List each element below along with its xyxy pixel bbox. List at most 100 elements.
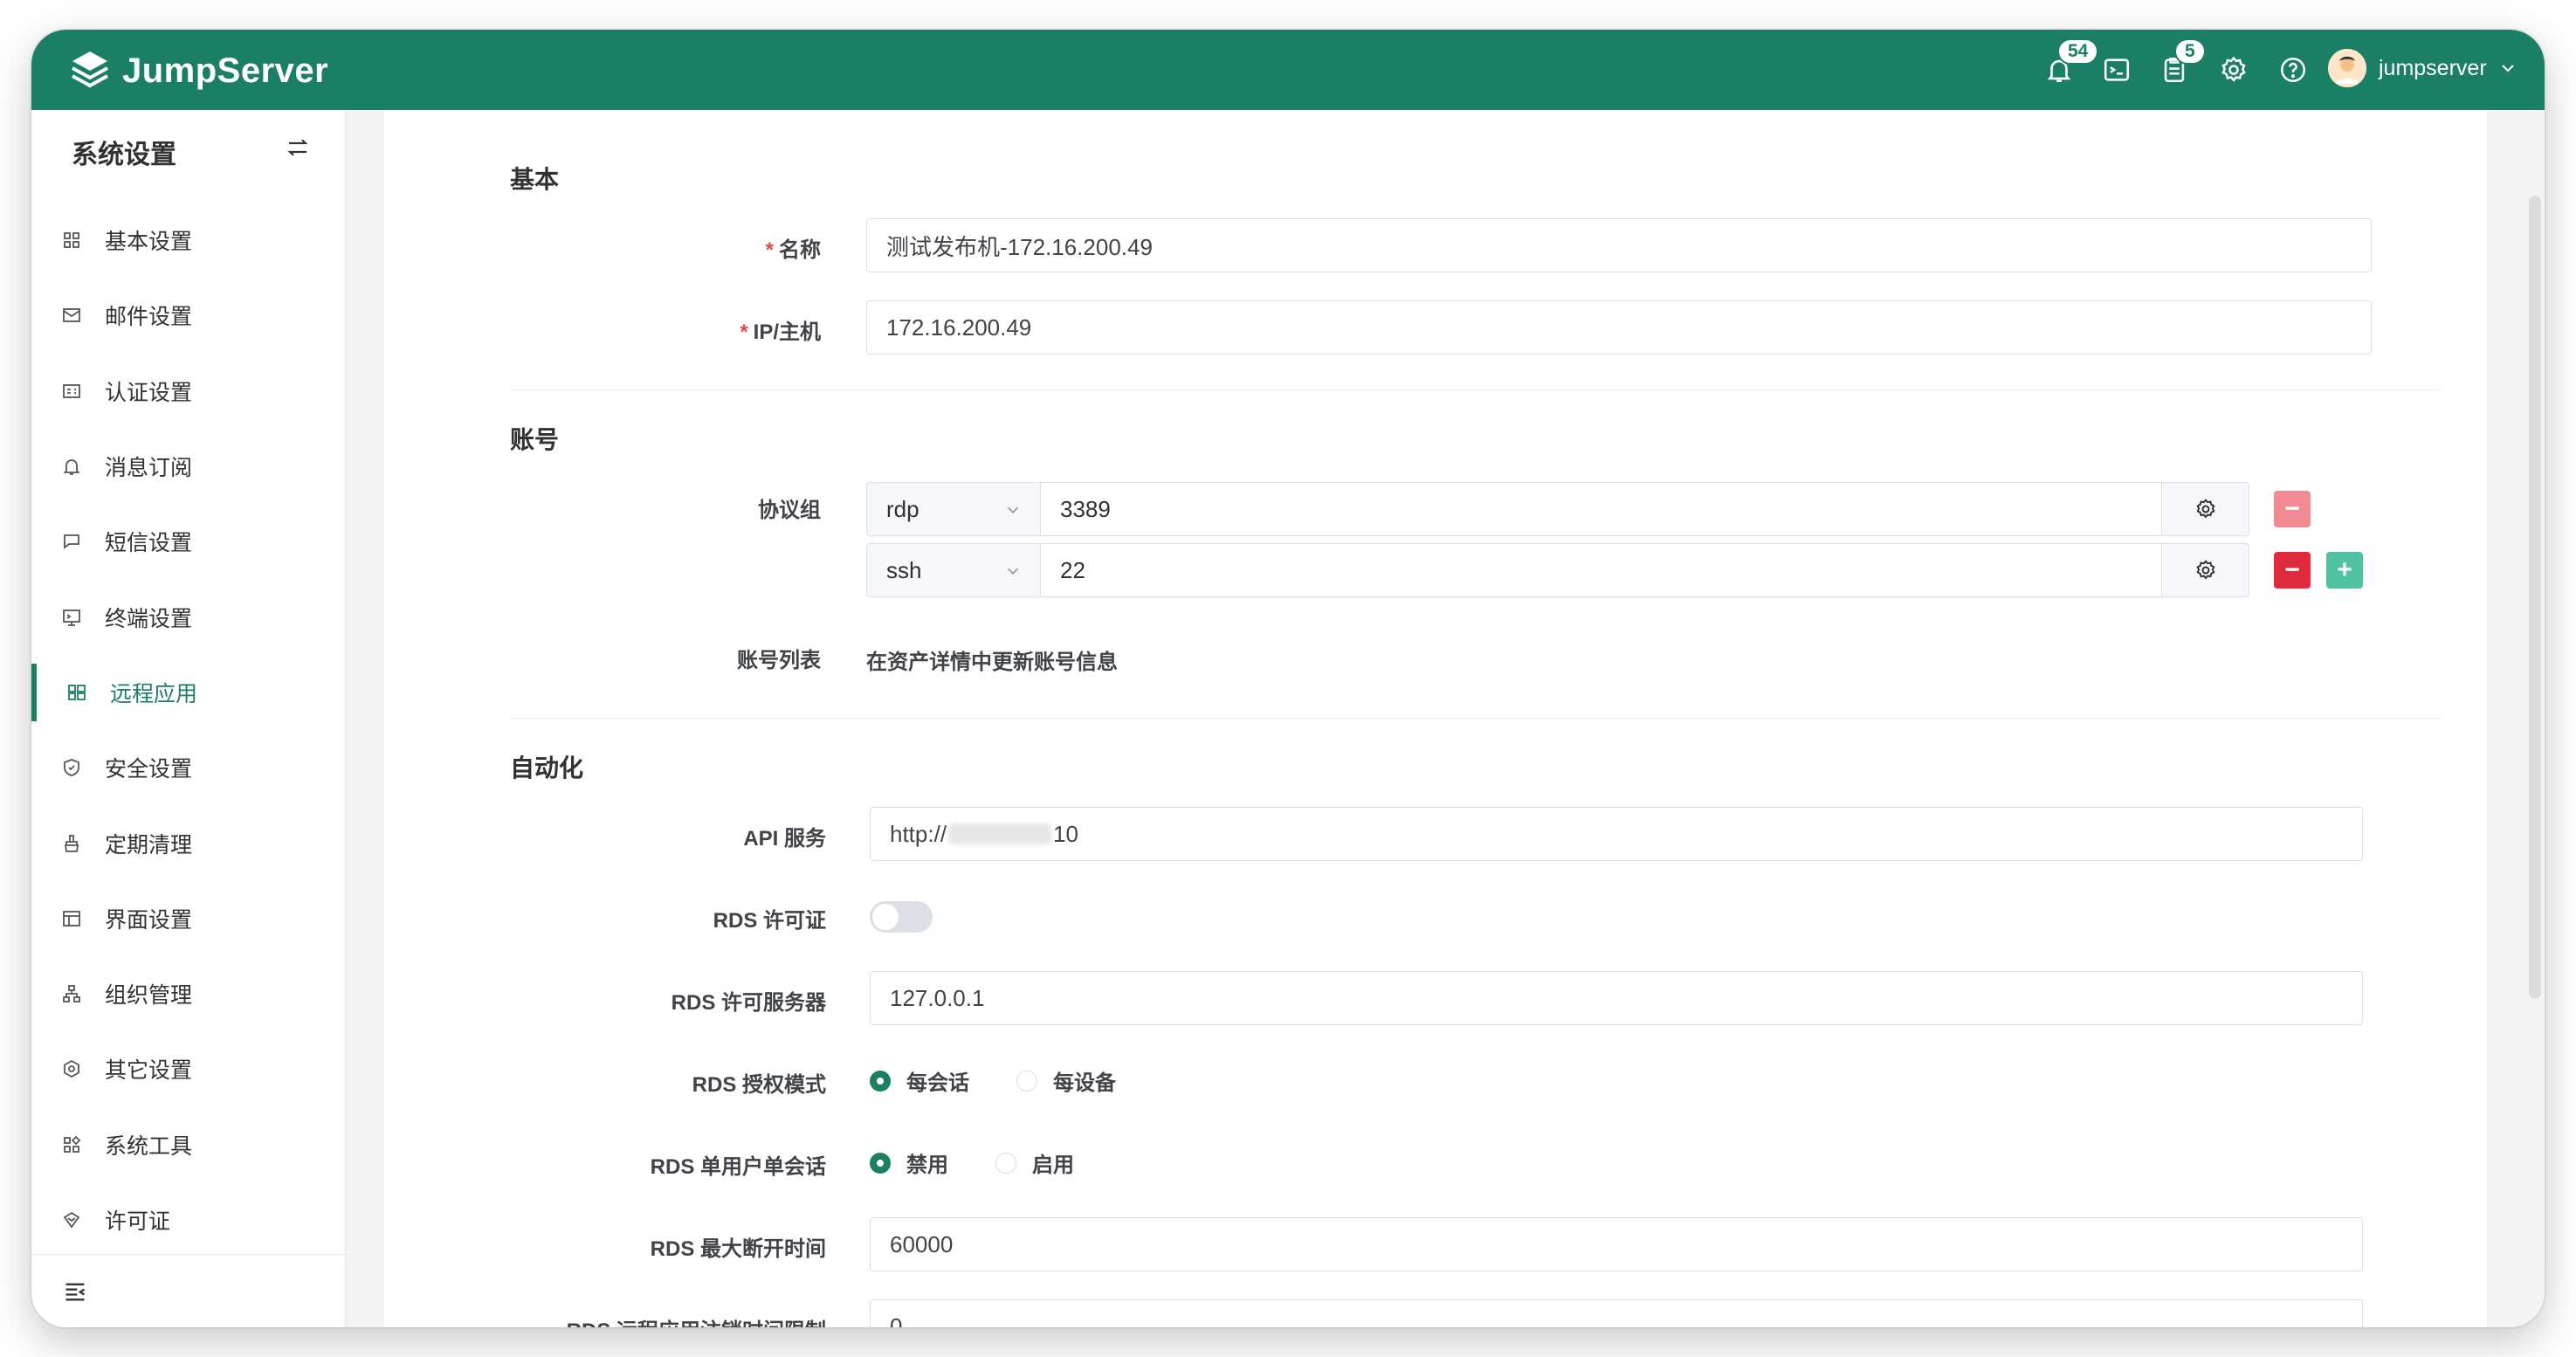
minus-icon: − [2284,494,2300,523]
sidebar-item-label: 系统工具 [105,1133,193,1159]
chat-icon [64,534,79,550]
protocol-name: ssh [886,556,922,583]
app-name: JumpServer [122,51,329,90]
remove-protocol-button-rdp[interactable]: − [2274,491,2311,527]
rds-max-disconnect-label: RDS 最大断开时间 [650,1237,826,1261]
sidebar-item-remote-app[interactable]: 远程应用 [31,655,346,730]
rds-logoff-limit-input[interactable]: 0 [870,1299,2363,1327]
sidebar-item-label: 界面设置 [105,907,193,933]
sidebar-item-security[interactable]: 安全设置 [31,730,346,805]
sidebar-item-message[interactable]: 消息订阅 [31,429,346,504]
sidebar-item-basic[interactable]: 基本设置 [31,203,346,278]
user-menu[interactable]: jumpserver [2328,49,2517,87]
protocols-label: 协议组 [758,499,821,522]
add-protocol-button[interactable]: + [2326,552,2363,589]
sidebar-item-terminal[interactable]: 终端设置 [31,579,346,654]
monitor-icon [63,609,80,626]
rds-mode-option-per-device[interactable]: 每设备 [1016,1065,1116,1096]
apps-icon [68,685,86,700]
rds-license-switch[interactable] [870,901,933,933]
sidebar-nav: 基本设置 邮件设置 认证设置 消息订阅 短信设置 终端设置 远程应用 安全设置 … [31,203,346,1257]
sidebar-item-cleaning[interactable]: 定期清理 [31,805,346,880]
rds-single-option-disabled[interactable]: 禁用 [870,1147,948,1178]
sidebar-item-interface[interactable]: 界面设置 [31,881,346,956]
redacted-host [948,823,1052,844]
protocol-settings-button-ssh[interactable] [2162,543,2249,597]
sidebar-item-license[interactable]: 许可证 [31,1182,346,1257]
radio-label: 禁用 [906,1154,948,1177]
protocol-settings-button-rdp[interactable] [2162,482,2249,536]
sidebar-item-auth[interactable]: 认证设置 [31,354,346,429]
bell-icon [63,459,80,475]
jumpserver-logo-icon [72,52,108,88]
main-content: 基本 * 名称 测试发布机-172.16.200.49 * IP/主机 172.16… [384,110,2487,1327]
user-avatar-icon [2328,49,2366,87]
name-label: * 名称 [765,238,821,262]
grid-icon [64,232,79,249]
sidebar-item-label: 终端设置 [105,606,193,631]
chevron-down-icon [2501,65,2514,72]
accounts-info-text: 在资产详情中更新账号信息 [866,651,1118,674]
sidebar-item-organization[interactable]: 组织管理 [31,956,346,1031]
sidebar-item-sms[interactable]: 短信设置 [31,504,346,579]
web-terminal-button[interactable] [2099,52,2134,87]
sidebar-footer [31,1254,346,1327]
radio-checked [870,1070,891,1092]
org-icon [63,985,80,1003]
sidebar-item-label: 定期清理 [105,832,193,858]
rds-license-label: RDS 许可证 [713,909,826,933]
sidebar-item-label: 安全设置 [105,757,193,782]
api-service-value-prefix: http:// [890,820,947,847]
notifications-button[interactable]: 54 [2042,38,2099,87]
api-service-label: API 服务 [743,827,826,851]
protocol-port-input-ssh[interactable]: 22 [1041,543,2162,597]
settings-button[interactable] [2216,52,2251,87]
rds-single-option-enabled[interactable]: 启用 [995,1147,1074,1178]
accounts-label: 账号列表 [737,649,821,672]
divider [510,389,2442,390]
radio-label: 每设备 [1053,1071,1116,1095]
protocol-port-input-rdp[interactable]: 3389 [1041,482,2162,536]
sidebar-item-label: 认证设置 [105,380,193,405]
minus-icon: − [2284,555,2300,584]
broom-icon [64,834,79,852]
sidebar-item-email[interactable]: 邮件设置 [31,278,346,353]
switch-view-icon[interactable] [285,134,311,161]
username: jumpserver [2379,55,2487,80]
remove-protocol-button-ssh[interactable]: − [2274,552,2311,589]
tasks-button[interactable]: 5 [2157,38,2206,87]
divider [510,718,2442,719]
protocol-select-rdp[interactable]: rdp [866,482,1041,536]
gear-icon [2196,499,2214,519]
api-service-input[interactable]: http:// 10 [870,807,2363,861]
ip-input[interactable]: 172.16.200.49 [866,300,2372,355]
name-input[interactable]: 测试发布机-172.16.200.49 [866,218,2372,272]
sidebar-item-tools[interactable]: 系统工具 [31,1107,346,1182]
rds-server-label: RDS 许可服务器 [671,991,826,1015]
sidebar-item-label: 消息订阅 [105,456,193,481]
help-button[interactable] [2276,52,2311,87]
protocol-select-ssh[interactable]: ssh [866,543,1041,597]
settings-icon [64,1060,79,1078]
rds-mode-option-per-session[interactable]: 每会话 [870,1065,969,1096]
sidebar-item-label: 远程应用 [110,681,198,706]
app-window: JumpServer 54 5 jumpserver 系统设置 基本设置 邮件设… [31,30,2545,1327]
page-scrollbar[interactable] [2529,196,2541,999]
sidebar-item-label: 邮件设置 [105,305,193,330]
rds-max-disconnect-input[interactable]: 60000 [870,1217,2363,1271]
sidebar-item-label: 其它设置 [105,1058,193,1084]
ip-label: * IP/主机 [740,320,821,344]
sidebar-title: 系统设置 [72,141,176,169]
section-basic-title: 基本 [510,166,560,193]
radio-unchecked [1016,1070,1037,1092]
collapse-menu-icon[interactable] [63,1279,87,1304]
shield-icon [64,759,79,777]
radio-checked [870,1152,891,1174]
chevron-down-icon [1007,568,1019,575]
sidebar-item-other[interactable]: 其它设置 [31,1031,346,1106]
mail-icon [63,308,80,323]
chevron-down-icon [1007,506,1019,513]
api-service-value-suffix: 10 [1053,820,1078,847]
app-logo[interactable]: JumpServer [70,49,328,93]
rds-server-input[interactable]: 127.0.0.1 [870,971,2363,1025]
